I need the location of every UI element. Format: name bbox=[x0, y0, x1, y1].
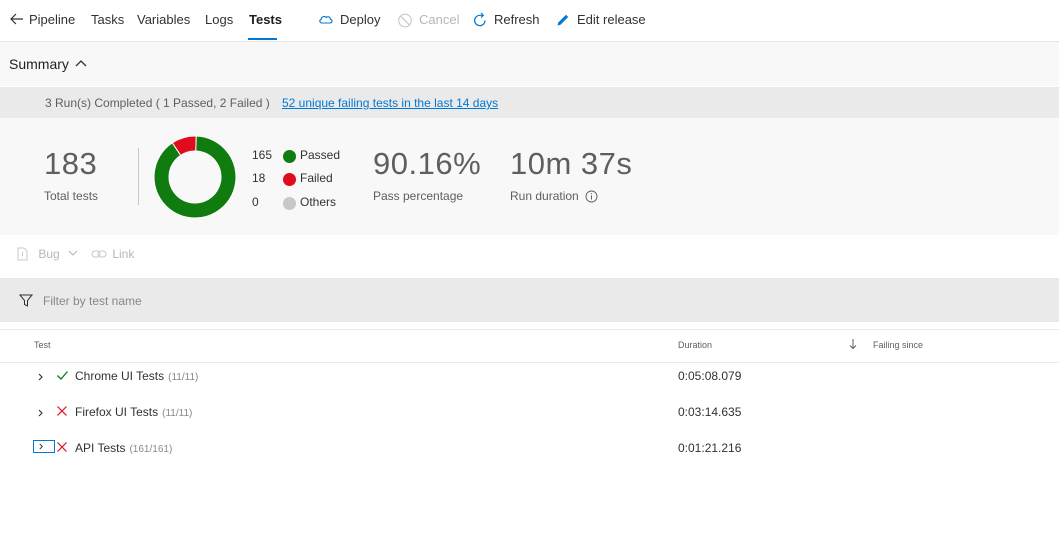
test-name-label: Firefox UI Tests bbox=[75, 405, 159, 419]
run-duration-value: 10m 37s bbox=[510, 146, 633, 181]
deploy-label: Deploy bbox=[340, 12, 381, 27]
test-name-label: API Tests bbox=[75, 441, 126, 455]
legend-count: 165 bbox=[252, 148, 273, 162]
failed-x-icon bbox=[57, 442, 67, 452]
table-header: Test Duration Failing since bbox=[0, 329, 1059, 363]
column-header-failing-since[interactable]: Failing since bbox=[873, 340, 923, 350]
test-count: (11/11) bbox=[168, 372, 199, 383]
test-name: Chrome UI Tests (11/11) bbox=[75, 369, 198, 383]
cloud-icon bbox=[319, 15, 333, 24]
table-row[interactable]: API Tests (161/161) 0:01:21.216 bbox=[0, 432, 1059, 468]
tab-tests[interactable]: Tests bbox=[249, 12, 282, 27]
bug-icon bbox=[17, 247, 28, 261]
pass-percentage-label: Pass percentage bbox=[373, 189, 464, 203]
link-icon bbox=[91, 250, 107, 258]
results-donut-chart bbox=[153, 135, 237, 219]
runs-status-bar: 3 Run(s) Completed ( 1 Passed, 2 Failed … bbox=[0, 87, 1059, 118]
filter-input[interactable]: Filter by test name bbox=[43, 294, 142, 308]
cancel-label: Cancel bbox=[419, 12, 460, 27]
legend-count: 18 bbox=[252, 171, 266, 185]
test-count: (11/11) bbox=[162, 408, 193, 419]
bug-label: Bug bbox=[38, 247, 60, 261]
passed-dot-icon bbox=[283, 150, 296, 163]
top-bar: Pipeline Tasks Variables Logs Tests Depl… bbox=[0, 0, 1059, 42]
failing-tests-link[interactable]: 52 unique failing tests in the last 14 d… bbox=[282, 96, 498, 110]
chevron-right-icon[interactable] bbox=[34, 406, 54, 420]
failed-x-icon bbox=[57, 406, 67, 416]
run-duration-label: Run duration bbox=[510, 189, 579, 203]
info-icon[interactable] bbox=[585, 190, 598, 203]
pass-percentage-value: 90.16% bbox=[373, 146, 482, 181]
cancel-button[interactable]: Cancel bbox=[397, 12, 459, 28]
legend-count: 0 bbox=[252, 195, 259, 209]
refresh-button[interactable]: Refresh bbox=[472, 12, 540, 28]
active-tab-indicator bbox=[248, 38, 277, 40]
run-duration-label-group: Run duration bbox=[510, 189, 598, 203]
test-name-label: Chrome UI Tests bbox=[75, 369, 165, 383]
actions-bar: Bug Link bbox=[0, 236, 1059, 276]
pencil-icon bbox=[557, 14, 569, 26]
table-row[interactable]: Chrome UI Tests (11/11) 0:05:08.079 bbox=[0, 360, 1059, 396]
cancel-icon bbox=[398, 13, 412, 28]
summary-stats: 183 Total tests 165 Passed 18 Failed 0 O… bbox=[0, 118, 1059, 235]
arrow-left-icon bbox=[10, 13, 23, 25]
divider bbox=[138, 148, 139, 205]
tab-variables[interactable]: Variables bbox=[137, 12, 190, 27]
link-button[interactable]: Link bbox=[91, 247, 134, 261]
back-label: Pipeline bbox=[29, 12, 76, 27]
column-header-duration[interactable]: Duration bbox=[678, 340, 712, 350]
sort-descending-icon[interactable] bbox=[849, 338, 857, 350]
total-tests-label: Total tests bbox=[44, 189, 99, 203]
total-tests-value: 183 bbox=[44, 146, 98, 181]
refresh-icon bbox=[474, 12, 486, 27]
chevron-down-icon bbox=[68, 250, 78, 256]
link-label: Link bbox=[112, 247, 135, 261]
tab-tasks[interactable]: Tasks bbox=[91, 12, 124, 27]
test-duration: 0:01:21.216 bbox=[678, 441, 742, 455]
chevron-right-icon[interactable] bbox=[34, 370, 54, 384]
legend-label: Passed bbox=[300, 148, 341, 162]
summary-header[interactable]: Summary bbox=[0, 42, 1059, 86]
summary-title: Summary bbox=[9, 56, 69, 72]
refresh-label: Refresh bbox=[494, 12, 540, 27]
legend-label: Others bbox=[300, 195, 337, 209]
filter-bar[interactable]: Filter by test name bbox=[0, 278, 1059, 322]
test-count: (161/161) bbox=[129, 444, 173, 455]
chevron-up-icon[interactable] bbox=[75, 59, 87, 67]
column-header-test[interactable]: Test bbox=[34, 340, 51, 350]
runs-completed-text: 3 Run(s) Completed ( 1 Passed, 2 Failed … bbox=[45, 96, 270, 110]
edit-release-button[interactable]: Edit release bbox=[555, 12, 646, 28]
filter-icon bbox=[19, 294, 33, 307]
test-duration: 0:05:08.079 bbox=[678, 369, 742, 383]
back-to-pipeline-link[interactable]: Pipeline bbox=[10, 12, 75, 27]
test-name: Firefox UI Tests (11/11) bbox=[75, 405, 192, 419]
others-dot-icon bbox=[283, 197, 296, 210]
tab-logs[interactable]: Logs bbox=[205, 12, 233, 27]
chevron-right-icon[interactable] bbox=[33, 440, 55, 453]
legend-label: Failed bbox=[300, 171, 333, 185]
edit-release-label: Edit release bbox=[577, 12, 646, 27]
deploy-button[interactable]: Deploy bbox=[318, 12, 384, 28]
bug-button[interactable]: Bug bbox=[16, 247, 78, 261]
table-row[interactable]: Firefox UI Tests (11/11) 0:03:14.635 bbox=[0, 396, 1059, 432]
check-icon bbox=[57, 371, 68, 380]
failed-dot-icon bbox=[283, 173, 296, 186]
test-name: API Tests (161/161) bbox=[75, 441, 172, 455]
test-duration: 0:03:14.635 bbox=[678, 405, 742, 419]
